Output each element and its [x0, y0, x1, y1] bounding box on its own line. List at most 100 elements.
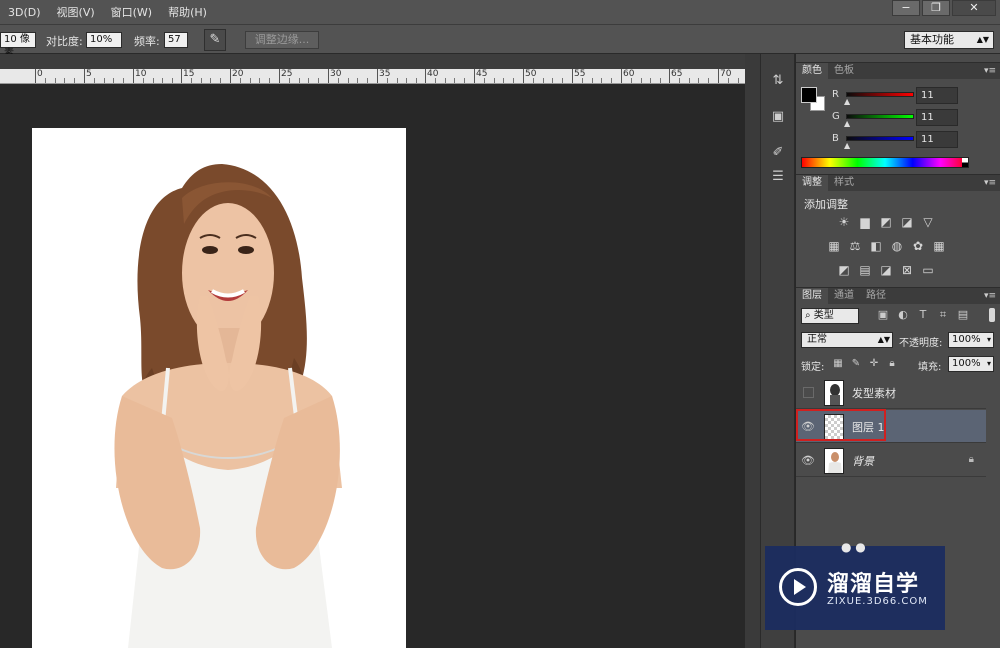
layer-row[interactable]: 👁︎ 背景 🔒︎ [796, 444, 986, 477]
canvas-vertical-scrollbar[interactable] [745, 54, 760, 648]
document-image[interactable] [32, 128, 406, 648]
lock-all-icon[interactable]: 🔒︎ [886, 358, 898, 370]
close-button[interactable]: ✕ [952, 0, 996, 16]
frequency-input[interactable]: 57 [164, 32, 188, 48]
slider-g[interactable]: G ▲ 11 [832, 109, 1000, 128]
hue-saturation-icon[interactable]: ▦ [826, 239, 842, 253]
canvas-area[interactable] [0, 85, 745, 648]
workspace-select[interactable]: 基本功能 ▲▼ [904, 31, 994, 49]
lock-transparent-icon[interactable]: ▦ [832, 358, 844, 370]
ruler-minor-tick [562, 78, 563, 83]
gradient-map-icon[interactable]: ▭ [920, 263, 936, 277]
shape-filter-icon[interactable]: ⌗ [936, 308, 950, 322]
color-lookup-icon[interactable]: ▦ [931, 239, 947, 253]
channel-value-r[interactable]: 11 [916, 87, 958, 104]
brightness-icon[interactable]: ☀ [836, 215, 852, 229]
tab-channels[interactable]: 通道 [828, 288, 860, 304]
slider-b[interactable]: B ▲ 11 [832, 131, 1000, 150]
slider-knob-icon[interactable]: ▲ [844, 119, 850, 128]
layer-name[interactable]: 发型素材 [852, 385, 896, 401]
fill-value: 100% [952, 358, 981, 369]
menu-view[interactable]: 视图(V) [49, 4, 103, 20]
ruler-minor-tick [94, 78, 95, 83]
ruler-minor-tick [454, 78, 455, 83]
color-panel: 颜色 色板 ▾≡ R ▲ 11 G ▲ 11 B ▲ 11 [796, 62, 1000, 172]
layer-name[interactable]: 背景 [852, 453, 874, 469]
layer-filter-select[interactable]: ⌕ 类型 [801, 308, 859, 324]
vibrance-icon[interactable]: ▽ [920, 215, 936, 229]
menu-window[interactable]: 窗口(W) [103, 4, 160, 20]
dots-icon: ● ● [841, 540, 866, 554]
panel-menu-icon[interactable]: ▾≡ [984, 63, 996, 79]
eye-icon[interactable]: 👁︎ [800, 453, 816, 469]
tab-swatches[interactable]: 色板 [828, 63, 860, 79]
slider-track-b[interactable] [846, 136, 914, 141]
pixel-filter-icon[interactable]: ▣ [876, 308, 890, 322]
ruler-minor-tick [445, 78, 446, 83]
threshold-icon[interactable]: ◪ [878, 263, 894, 277]
chevron-down-icon: ▾ [986, 335, 991, 344]
slider-r[interactable]: R ▲ 11 [832, 87, 1000, 106]
panel-menu-icon[interactable]: ▾≡ [984, 288, 996, 304]
ruler-major-tick [328, 69, 329, 83]
lock-position-icon[interactable]: ✛ [868, 358, 880, 370]
brush-presets-icon[interactable]: ✐ [769, 144, 787, 162]
fg-bg-swatches[interactable] [801, 87, 827, 113]
width-input[interactable]: 10 像素 [0, 32, 36, 59]
tab-color[interactable]: 颜色 [796, 63, 828, 79]
slider-knob-icon[interactable]: ▲ [844, 141, 850, 150]
tab-layers[interactable]: 图层 [796, 288, 828, 304]
visibility-toggle[interactable] [803, 387, 814, 398]
black-white-icon[interactable]: ◧ [868, 239, 884, 253]
ruler-minor-tick [698, 78, 699, 83]
ruler-major-tick [35, 69, 36, 83]
fill-input[interactable]: 100% ▾ [948, 356, 994, 372]
menu-3d[interactable]: 3D(D) [0, 6, 49, 19]
refine-edge-button[interactable]: 调整边缘... [245, 31, 319, 49]
photo-filter-icon[interactable]: ◍ [889, 239, 905, 253]
ruler-minor-tick [738, 78, 739, 83]
channel-mixer-icon[interactable]: ✿ [910, 239, 926, 253]
type-filter-icon[interactable]: T [916, 308, 930, 322]
color-balance-icon[interactable]: ⚖ [847, 239, 863, 253]
pen-pressure-icon[interactable]: ✎ [204, 29, 226, 51]
opacity-input[interactable]: 100% ▾ [948, 332, 994, 348]
properties-icon[interactable]: ☰ [769, 168, 787, 186]
ruler-minor-tick [601, 78, 602, 83]
color-spectrum-bar[interactable] [801, 157, 969, 168]
3d-icon[interactable]: ▣ [769, 108, 787, 126]
black-white-ramp[interactable] [962, 158, 968, 167]
ruler-minor-tick [435, 78, 436, 83]
layer-row[interactable]: 发型素材 [796, 376, 986, 409]
ruler-minor-tick [367, 78, 368, 83]
slider-track-r[interactable] [846, 92, 914, 97]
tab-paths[interactable]: 路径 [860, 288, 892, 304]
tab-styles[interactable]: 样式 [828, 175, 860, 191]
levels-icon[interactable]: ▆ [857, 215, 873, 229]
exposure-icon[interactable]: ◪ [899, 215, 915, 229]
history-icon[interactable]: ⇅ [769, 72, 787, 90]
restore-button[interactable]: ❐ [922, 0, 950, 16]
foreground-color-swatch[interactable] [801, 87, 817, 103]
panel-menu-icon[interactable]: ▾≡ [984, 175, 996, 191]
tab-adjustments[interactable]: 调整 [796, 175, 828, 191]
ruler-minor-tick [484, 78, 485, 83]
channel-value-g[interactable]: 11 [916, 109, 958, 126]
slider-track-g[interactable] [846, 114, 914, 119]
adjustment-filter-icon[interactable]: ◐ [896, 308, 910, 322]
slider-knob-icon[interactable]: ▲ [844, 97, 850, 106]
smart-object-filter-icon[interactable]: ▤ [956, 308, 970, 322]
curves-icon[interactable]: ◩ [878, 215, 894, 229]
adjustments-panel: 调整 样式 ▾≡ 添加调整 ☀ ▆ ◩ ◪ ▽ ▦ ⚖ ◧ ◍ ✿ ▦ ◩ ▤ … [796, 174, 1000, 286]
selective-color-icon[interactable]: ⊠ [899, 263, 915, 277]
contrast-input[interactable]: 10% [86, 32, 122, 48]
minimize-button[interactable]: − [892, 0, 920, 16]
ruler-major-tick [181, 69, 182, 83]
filter-toggle[interactable] [989, 308, 995, 322]
blend-mode-select[interactable]: 正常 ▲▼ [801, 332, 893, 348]
menu-help[interactable]: 帮助(H) [160, 4, 215, 20]
invert-icon[interactable]: ◩ [836, 263, 852, 277]
channel-value-b[interactable]: 11 [916, 131, 958, 148]
lock-pixels-icon[interactable]: ✎ [850, 358, 862, 370]
posterize-icon[interactable]: ▤ [857, 263, 873, 277]
